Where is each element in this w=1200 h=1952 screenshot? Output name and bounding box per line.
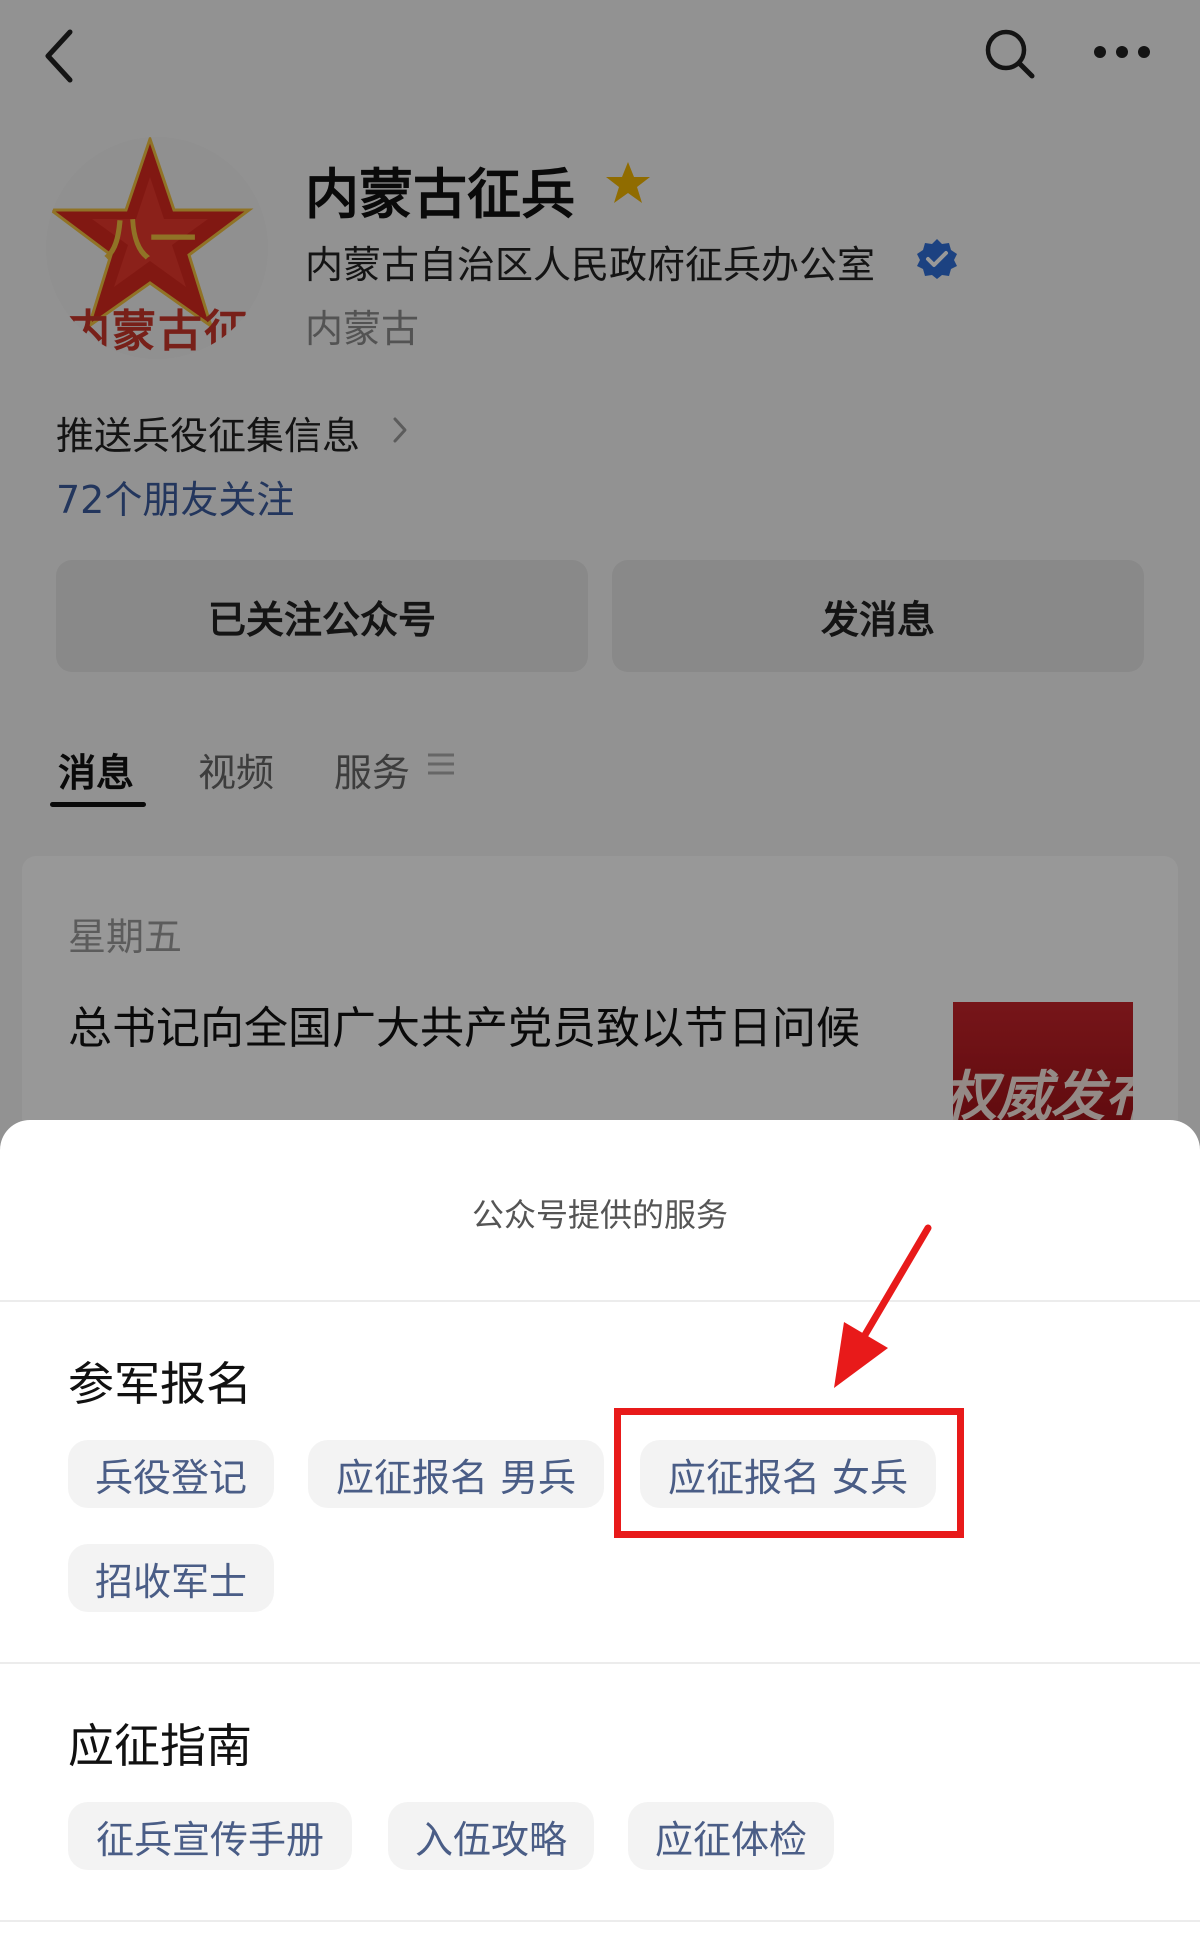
highlight-box [614, 1408, 964, 1538]
chip-apply-male[interactable]: 应征报名 男兵 [308, 1440, 604, 1508]
chip-recruitment-handbook[interactable]: 征兵宣传手册 [68, 1802, 352, 1870]
chip-physical-exam[interactable]: 应征体检 [628, 1802, 834, 1870]
section-divider [0, 1662, 1200, 1664]
chip-recruit-nco[interactable]: 招收军士 [68, 1544, 274, 1612]
red-arrow-icon [820, 1222, 940, 1396]
chip-enlistment-guide[interactable]: 入伍攻略 [388, 1802, 594, 1870]
chip-military-registration[interactable]: 兵役登记 [68, 1440, 274, 1508]
section-title-guide: 应征指南 [68, 1719, 252, 1773]
sheet-title: 公众号提供的服务 [471, 1196, 728, 1234]
bottom-divider [0, 1920, 1200, 1922]
sheet-divider [0, 1300, 1200, 1302]
section-title-enlistment: 参军报名 [68, 1357, 252, 1411]
